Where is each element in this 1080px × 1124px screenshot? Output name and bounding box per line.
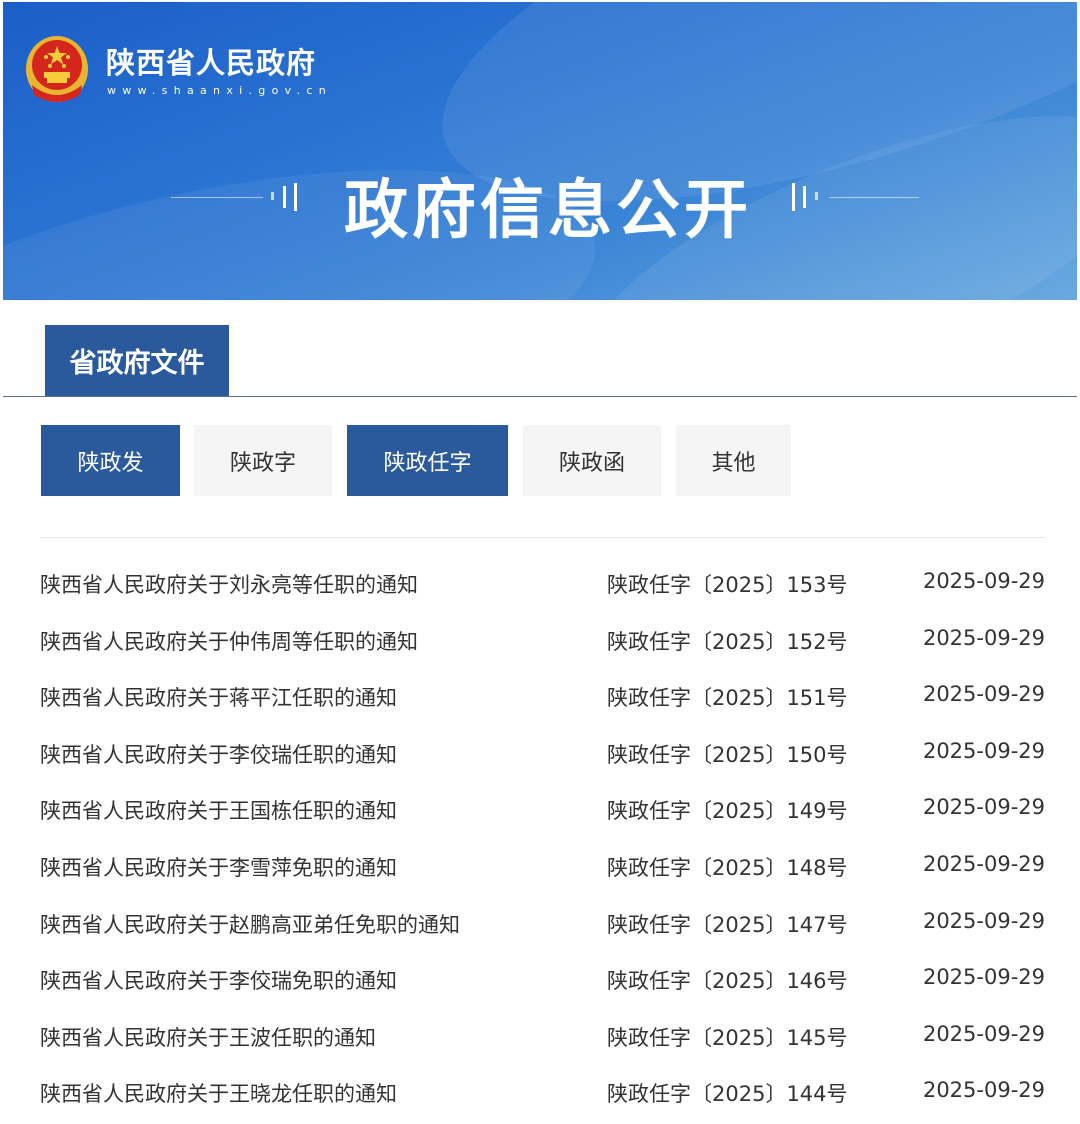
document-date: 2025-09-29: [922, 909, 1045, 933]
filter-other[interactable]: 其他: [676, 425, 791, 496]
filter-shaanzhengrenzi[interactable]: 陕政任字: [347, 425, 508, 496]
document-number: 陕政任字〔2025〕146号: [607, 969, 848, 993]
document-row[interactable]: 陕西省人民政府关于王晓龙任职的通知 陕政任字〔2025〕144号 2025-09…: [40, 1072, 1045, 1112]
document-date: 2025-09-29: [922, 1078, 1045, 1102]
document-title[interactable]: 陕西省人民政府关于赵鹏高亚弟任免职的通知: [40, 909, 460, 939]
document-row[interactable]: 陕西省人民政府关于仲伟周等任职的通知 陕政任字〔2025〕152号 2025-0…: [40, 620, 1045, 660]
title-decoration-bar: [803, 186, 806, 208]
document-date: 2025-09-29: [922, 626, 1045, 650]
national-emblem-icon[interactable]: [24, 33, 90, 105]
document-title[interactable]: 陕西省人民政府关于刘永亮等任职的通知: [40, 569, 418, 599]
document-date: 2025-09-29: [922, 795, 1045, 819]
document-row[interactable]: 陕西省人民政府关于蒋平江任职的通知 陕政任字〔2025〕151号 2025-09…: [40, 676, 1045, 716]
document-title[interactable]: 陕西省人民政府关于李佼瑞任职的通知: [40, 739, 397, 769]
title-decoration-line: [829, 197, 919, 198]
title-decoration-bar: [294, 183, 297, 211]
document-row[interactable]: 陕西省人民政府关于李佼瑞免职的通知 陕政任字〔2025〕146号 2025-09…: [40, 959, 1045, 999]
filter-shaanzhengzi[interactable]: 陕政字: [194, 425, 332, 496]
document-date: 2025-09-29: [922, 682, 1045, 706]
document-title[interactable]: 陕西省人民政府关于蒋平江任职的通知: [40, 682, 397, 712]
document-number: 陕政任字〔2025〕152号: [607, 630, 848, 654]
document-date: 2025-09-29: [922, 965, 1045, 989]
document-date: 2025-09-29: [922, 1022, 1045, 1046]
title-decoration-bar: [271, 192, 274, 200]
list-divider: [40, 537, 1045, 538]
site-name[interactable]: 陕西省人民政府: [106, 40, 316, 82]
title-decoration-bar: [792, 183, 795, 211]
document-row[interactable]: 陕西省人民政府关于刘永亮等任职的通知 陕政任字〔2025〕153号 2025-0…: [40, 563, 1045, 603]
document-number: 陕政任字〔2025〕148号: [607, 856, 848, 880]
document-date: 2025-09-29: [922, 852, 1045, 876]
document-title[interactable]: 陕西省人民政府关于王晓龙任职的通知: [40, 1078, 397, 1108]
document-row[interactable]: 陕西省人民政府关于王国栋任职的通知 陕政任字〔2025〕149号 2025-09…: [40, 789, 1045, 829]
document-title[interactable]: 陕西省人民政府关于李佼瑞免职的通知: [40, 965, 397, 995]
site-url[interactable]: www.shaanxi.gov.cn: [107, 84, 332, 97]
document-number: 陕政任字〔2025〕145号: [607, 1026, 848, 1050]
document-title[interactable]: 陕西省人民政府关于李雪萍免职的通知: [40, 852, 397, 882]
title-decoration-bar: [283, 186, 286, 208]
document-date: 2025-09-29: [922, 569, 1045, 593]
title-decoration-bar: [815, 192, 818, 200]
document-number: 陕政任字〔2025〕153号: [607, 573, 848, 597]
banner-title: 政府信息公开: [344, 174, 752, 248]
section-divider: [3, 396, 1077, 397]
document-date: 2025-09-29: [922, 739, 1045, 763]
title-decoration-line: [171, 197, 263, 198]
tab-provincial-documents[interactable]: 省政府文件: [45, 325, 229, 396]
document-title[interactable]: 陕西省人民政府关于王国栋任职的通知: [40, 795, 397, 825]
document-number: 陕政任字〔2025〕151号: [607, 686, 848, 710]
document-title[interactable]: 陕西省人民政府关于王波任职的通知: [40, 1022, 376, 1052]
document-title[interactable]: 陕西省人民政府关于仲伟周等任职的通知: [40, 626, 418, 656]
document-row[interactable]: 陕西省人民政府关于赵鹏高亚弟任免职的通知 陕政任字〔2025〕147号 2025…: [40, 903, 1045, 943]
header-banner: 陕西省人民政府 www.shaanxi.gov.cn 政府信息公开: [3, 2, 1077, 300]
document-number: 陕政任字〔2025〕147号: [607, 913, 848, 937]
document-row[interactable]: 陕西省人民政府关于李雪萍免职的通知 陕政任字〔2025〕148号 2025-09…: [40, 846, 1045, 886]
document-row[interactable]: 陕西省人民政府关于李佼瑞任职的通知 陕政任字〔2025〕150号 2025-09…: [40, 733, 1045, 773]
filter-shaanzhenghan[interactable]: 陕政函: [523, 425, 661, 496]
document-row[interactable]: 陕西省人民政府关于王波任职的通知 陕政任字〔2025〕145号 2025-09-…: [40, 1016, 1045, 1056]
document-number: 陕政任字〔2025〕149号: [607, 799, 848, 823]
document-number: 陕政任字〔2025〕144号: [607, 1082, 848, 1106]
filter-shaanzhengfa[interactable]: 陕政发: [41, 425, 180, 496]
document-number: 陕政任字〔2025〕150号: [607, 743, 848, 767]
